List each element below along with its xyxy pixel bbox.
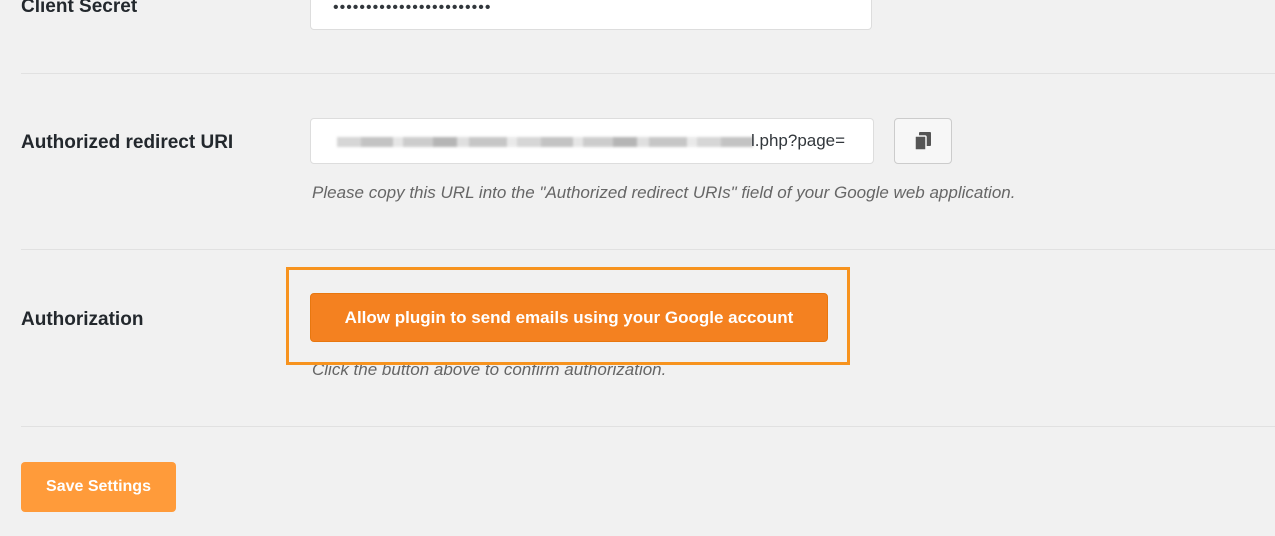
client-secret-label: Client Secret — [21, 0, 138, 17]
redirect-uri-visible-text: l.php?page= — [751, 131, 846, 150]
authorization-label: Authorization — [21, 309, 144, 330]
divider — [21, 73, 1275, 74]
divider — [21, 249, 1275, 250]
redirect-uri-label: Authorized redirect URI — [21, 132, 234, 153]
copy-icon — [915, 132, 931, 150]
redirect-uri-help: Please copy this URL into the "Authorize… — [312, 183, 1016, 202]
client-secret-input[interactable]: •••••••••••••••••••••••• — [310, 0, 872, 30]
redirect-uri-blurred-text — [337, 137, 753, 147]
save-settings-button[interactable]: Save Settings — [21, 462, 176, 512]
copy-uri-button[interactable] — [894, 118, 952, 164]
divider — [21, 426, 1275, 427]
redirect-uri-input[interactable]: l.php?page= — [310, 118, 874, 164]
highlight-box — [286, 267, 850, 365]
settings-page: Client Secret •••••••••••••••••••••••• A… — [0, 0, 1275, 536]
